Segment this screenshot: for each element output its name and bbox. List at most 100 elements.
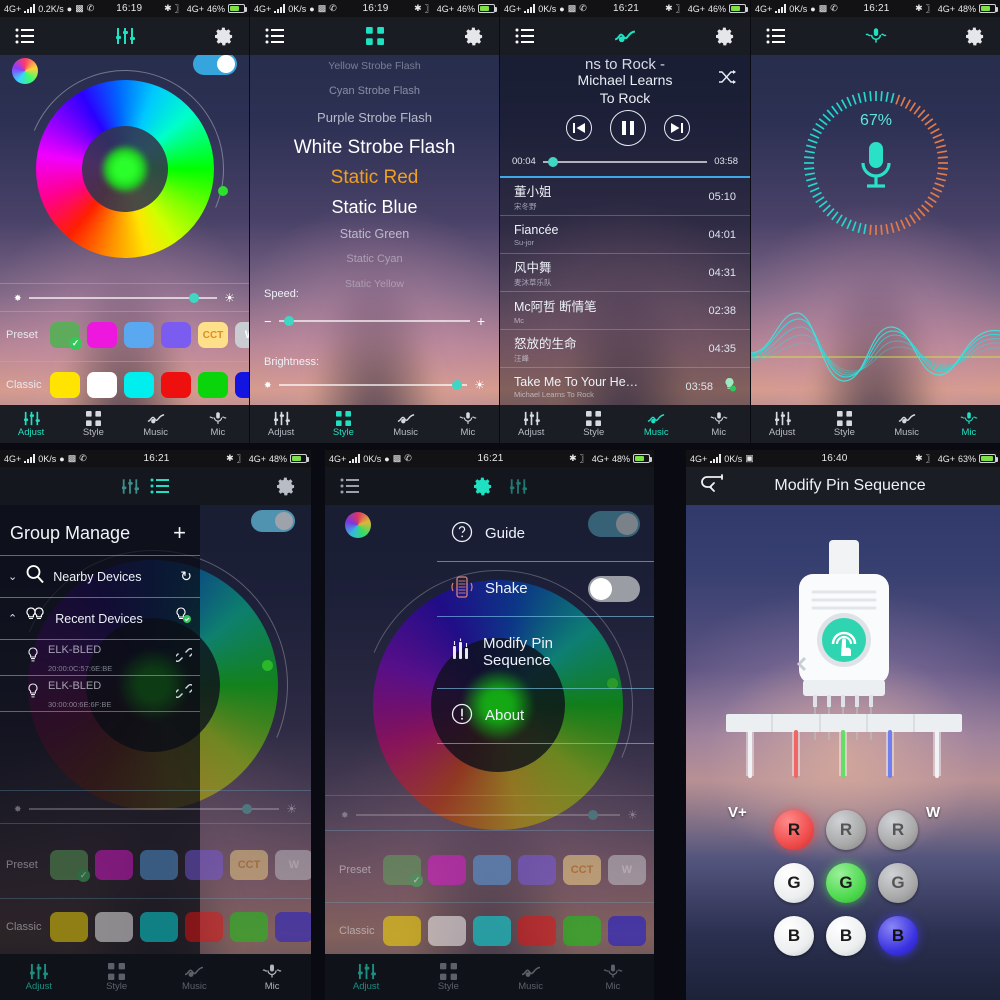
brightness-track[interactable] bbox=[28, 804, 280, 814]
brightness-slider[interactable]: ✸ ☀ bbox=[264, 378, 485, 392]
brightness-knob[interactable] bbox=[188, 293, 199, 303]
style-mode-item[interactable]: Cyan Strobe Flash bbox=[250, 85, 499, 110]
brightness-knob[interactable] bbox=[588, 810, 599, 820]
sliders-icon[interactable] bbox=[114, 25, 136, 47]
chevron-up-icon[interactable]: ⌃ bbox=[8, 612, 17, 625]
style-mode-item[interactable]: White Strobe Flash bbox=[250, 137, 499, 167]
next-button[interactable] bbox=[664, 115, 690, 141]
brightness-slider[interactable]: ✸ ☀ bbox=[14, 291, 235, 305]
preset-swatch-violet[interactable] bbox=[518, 855, 556, 885]
gear-icon[interactable] bbox=[463, 25, 485, 47]
refresh-icon[interactable]: ↻ bbox=[180, 568, 192, 585]
classic-swatch-cyan[interactable] bbox=[473, 916, 511, 946]
preset-swatch-magenta[interactable] bbox=[95, 850, 133, 880]
preset-swatch-white[interactable]: W bbox=[608, 855, 646, 885]
brightness-track[interactable] bbox=[278, 380, 468, 390]
menu-item-modify-pin-sequence[interactable]: Modify Pin Sequence bbox=[437, 616, 654, 688]
brightness-track[interactable] bbox=[28, 293, 218, 303]
gear-icon[interactable] bbox=[275, 475, 297, 497]
tab-adjust[interactable]: Adjust bbox=[325, 954, 407, 1000]
tab-mic[interactable]: Mic bbox=[688, 405, 751, 443]
link-icon[interactable] bbox=[173, 683, 195, 703]
list-icon[interactable] bbox=[765, 25, 787, 47]
color-preview-button[interactable] bbox=[12, 58, 38, 84]
gear-icon[interactable] bbox=[213, 25, 235, 47]
pin-button-b-3[interactable]: B bbox=[878, 916, 918, 956]
style-mode-item[interactable]: Static Blue bbox=[250, 197, 499, 227]
classic-swatch-blue[interactable] bbox=[608, 916, 646, 946]
classic-swatch-blue[interactable] bbox=[275, 912, 311, 942]
tab-adjust[interactable]: Adjust bbox=[500, 405, 563, 443]
tab-music[interactable]: Music bbox=[156, 954, 234, 1000]
preset-swatch-cct[interactable]: CCT bbox=[230, 850, 268, 880]
tab-mic[interactable]: Mic bbox=[437, 405, 499, 443]
gear-icon[interactable] bbox=[964, 25, 986, 47]
arc-knob[interactable] bbox=[218, 186, 228, 196]
brightness-track[interactable] bbox=[355, 810, 621, 820]
preset-swatch-cct[interactable]: CCT bbox=[198, 322, 228, 348]
sliders-icon[interactable] bbox=[507, 475, 529, 497]
hue-ring[interactable] bbox=[36, 80, 214, 258]
preset-swatch-white[interactable]: W bbox=[235, 322, 249, 348]
preset-swatch-green[interactable]: ✓ bbox=[50, 850, 90, 882]
list-icon[interactable] bbox=[149, 475, 171, 497]
mic-icon[interactable] bbox=[865, 25, 887, 47]
power-toggle[interactable] bbox=[193, 53, 237, 75]
pin-button-b-2[interactable]: B bbox=[826, 916, 866, 956]
style-mode-item[interactable]: Yellow Strobe Flash bbox=[250, 60, 499, 85]
preset-swatch-sky-blue[interactable] bbox=[473, 855, 511, 885]
style-mode-list[interactable]: Yellow Strobe Flash Cyan Strobe Flash Pu… bbox=[250, 60, 499, 303]
progress-knob[interactable] bbox=[547, 156, 558, 167]
speed-slider[interactable]: − + bbox=[264, 313, 485, 329]
tab-music[interactable]: Music bbox=[125, 405, 187, 443]
preset-swatch-magenta[interactable] bbox=[87, 322, 117, 348]
classic-swatch-blue[interactable] bbox=[235, 372, 249, 398]
sliders-icon[interactable] bbox=[119, 475, 141, 497]
menu-item-guide[interactable]: Guide bbox=[437, 508, 654, 561]
plus-icon[interactable]: + bbox=[477, 313, 485, 329]
classic-swatch-yellow[interactable] bbox=[383, 916, 421, 946]
classic-swatch-yellow[interactable] bbox=[50, 372, 80, 398]
list-item-device[interactable]: ELK-BLED 20:00:0C:57:6E:BE bbox=[0, 639, 200, 675]
pin-button-r-2[interactable]: R bbox=[826, 810, 866, 850]
style-mode-item[interactable]: Static Cyan bbox=[250, 253, 499, 278]
list-item[interactable]: Fiancée Su-jor 04:01 bbox=[500, 216, 750, 254]
classic-swatch-cyan[interactable] bbox=[140, 912, 178, 942]
list-icon[interactable] bbox=[514, 25, 536, 47]
tab-music[interactable]: Music bbox=[876, 405, 938, 443]
classic-swatch-yellow[interactable] bbox=[50, 912, 88, 942]
classic-swatch-green[interactable] bbox=[230, 912, 268, 942]
list-item-playing[interactable]: Take Me To Your He… Michael Learns To Ro… bbox=[500, 368, 750, 405]
tab-style[interactable]: Style bbox=[78, 954, 156, 1000]
progress-track[interactable] bbox=[542, 156, 708, 167]
list-icon[interactable] bbox=[14, 25, 36, 47]
tab-adjust[interactable]: Adjust bbox=[250, 405, 312, 443]
style-mode-item-selected[interactable]: Static Red bbox=[250, 167, 499, 197]
gear-icon[interactable] bbox=[714, 25, 736, 47]
list-item[interactable]: 怒放的生命 汪峰 04:35 bbox=[500, 330, 750, 368]
classic-swatch-white[interactable] bbox=[87, 372, 117, 398]
classic-swatch-red[interactable] bbox=[185, 912, 223, 942]
tab-adjust[interactable]: Adjust bbox=[751, 405, 813, 443]
brightness-knob[interactable] bbox=[452, 380, 463, 390]
list-item-device[interactable]: ELK-BLED 30:00:00:6E:6F:BE bbox=[0, 675, 200, 711]
brightness-slider[interactable]: ✸ ☀ bbox=[341, 808, 638, 822]
brightness-knob[interactable] bbox=[241, 804, 252, 814]
add-group-button[interactable]: + bbox=[173, 520, 186, 546]
color-wheel[interactable] bbox=[0, 40, 249, 298]
list-item[interactable]: Mc阿哲 断情笔 Mc 02:38 bbox=[500, 292, 750, 330]
play-pause-button[interactable] bbox=[610, 110, 646, 146]
style-mode-item[interactable]: Static Green bbox=[250, 227, 499, 253]
style-mode-item[interactable]: Purple Strobe Flash bbox=[250, 110, 499, 137]
speed-knob[interactable] bbox=[284, 316, 295, 326]
tab-adjust[interactable]: Adjust bbox=[0, 954, 78, 1000]
tab-mic[interactable]: Mic bbox=[233, 954, 311, 1000]
classic-swatch-green[interactable] bbox=[198, 372, 228, 398]
tab-mic[interactable]: Mic bbox=[572, 954, 654, 1000]
preset-swatch-white[interactable]: W bbox=[275, 850, 311, 880]
preset-swatch-violet[interactable] bbox=[161, 322, 191, 348]
pin-button-r-3[interactable]: R bbox=[878, 810, 918, 850]
speed-track[interactable] bbox=[278, 316, 470, 326]
preset-swatch-magenta[interactable] bbox=[428, 855, 466, 885]
grid-icon[interactable] bbox=[364, 25, 386, 47]
